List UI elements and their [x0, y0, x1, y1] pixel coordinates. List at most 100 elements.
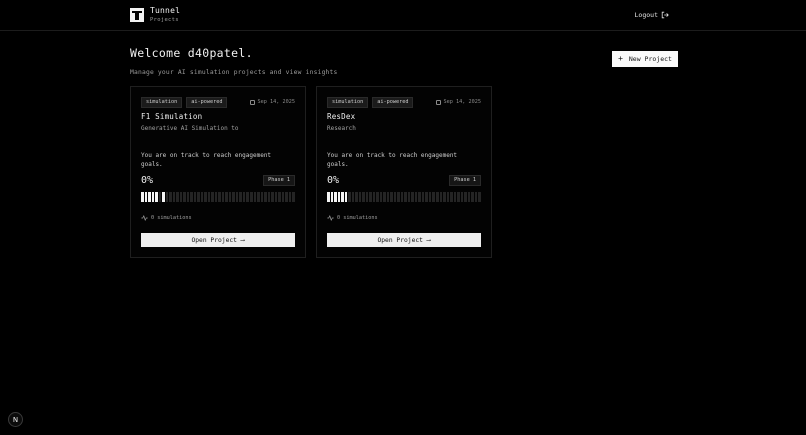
progress-segment — [281, 192, 285, 202]
progress-segment — [186, 192, 190, 202]
open-project-button[interactable]: Open Project ⟶ — [327, 233, 481, 247]
app-name: Tunnel — [150, 6, 181, 15]
project-card: simulation ai-powered Sep 14, 2025 F1 Si… — [130, 86, 306, 258]
progress-segment — [172, 192, 176, 202]
progress-segment — [197, 192, 200, 202]
progress-segment — [474, 192, 478, 202]
progress-segment — [432, 192, 435, 202]
progress-segment — [257, 192, 260, 202]
progress-segment — [407, 192, 411, 202]
progress-segment — [165, 192, 169, 202]
progress-segment — [428, 192, 432, 202]
progress-segment — [141, 192, 144, 202]
tag: simulation — [327, 97, 369, 109]
brand-text: Tunnel Projects — [150, 7, 180, 24]
progress-segment — [330, 192, 334, 202]
progress-segment — [446, 192, 450, 202]
new-project-button[interactable]: + New Project — [612, 51, 678, 67]
progress-segment — [467, 192, 471, 202]
corner-badge[interactable]: N — [8, 412, 23, 427]
tag-list: simulation ai-powered — [327, 97, 414, 109]
progress-segment — [372, 192, 376, 202]
tag-list: simulation ai-powered — [141, 97, 228, 109]
progress-segment — [200, 192, 204, 202]
activity-icon — [327, 215, 334, 221]
progress-segment — [351, 192, 355, 202]
progress-segment — [285, 192, 288, 202]
logout-button[interactable]: Logout — [635, 11, 669, 19]
progress-segment — [246, 192, 249, 202]
date-label: Sep 14, 2025 — [257, 99, 295, 105]
progress-percent: 0% — [141, 175, 154, 186]
progress-segment — [379, 192, 383, 202]
progress-segment — [242, 192, 246, 202]
progress-segment — [225, 192, 228, 202]
progress-segment — [158, 192, 162, 202]
page-title: Welcome d40patel. — [130, 46, 253, 60]
progress-segment — [341, 192, 344, 202]
progress-segment — [278, 192, 281, 202]
progress-segment — [144, 192, 148, 202]
progress-segment — [148, 192, 151, 202]
progress-segment — [193, 192, 197, 202]
progress-segment — [471, 192, 474, 202]
date-label: Sep 14, 2025 — [443, 99, 481, 105]
new-project-label: New Project — [628, 55, 672, 63]
progress-segment — [176, 192, 179, 202]
progress-segment — [376, 192, 379, 202]
project-description: Generative AI Simulation to — [141, 125, 239, 132]
progress-segment — [228, 192, 232, 202]
simulation-count-label: 0 simulations — [337, 215, 378, 221]
tag: simulation — [141, 97, 183, 109]
progress-segment — [362, 192, 365, 202]
progress-segment — [411, 192, 414, 202]
tag: ai-powered — [186, 97, 228, 109]
progress-segment — [337, 192, 341, 202]
progress-segment — [249, 192, 253, 202]
progress-segment — [260, 192, 264, 202]
progress-segment — [457, 192, 460, 202]
progress-segment — [435, 192, 439, 202]
progress-segment — [334, 192, 337, 202]
progress-segment — [274, 192, 278, 202]
progress-segment — [397, 192, 400, 202]
progress-bar — [327, 192, 481, 202]
progress-segment — [151, 192, 155, 202]
progress-segment — [439, 192, 443, 202]
page-subtitle: Manage your AI simulation projects and v… — [130, 69, 338, 76]
top-navbar: Tunnel Projects Logout — [0, 0, 806, 31]
progress-segment — [267, 192, 271, 202]
progress-segment — [450, 192, 453, 202]
progress-segment — [232, 192, 235, 202]
progress-segment — [288, 192, 292, 202]
progress-segment — [179, 192, 183, 202]
progress-segment — [214, 192, 218, 202]
brand[interactable]: Tunnel Projects — [130, 7, 180, 24]
project-goal-text: You are on track to reach engagement goa… — [141, 152, 272, 168]
progress-segment — [453, 192, 457, 202]
phase-badge: Phase 1 — [263, 175, 295, 187]
progress-segment — [183, 192, 186, 202]
progress-segment — [358, 192, 362, 202]
progress-segment — [264, 192, 267, 202]
simulation-count: 0 simulations — [327, 215, 378, 221]
logout-icon — [661, 11, 669, 19]
project-title: F1 Simulation — [141, 112, 203, 121]
app-subtitle: Projects — [150, 17, 179, 23]
progress-segment — [218, 192, 221, 202]
progress-segment — [414, 192, 418, 202]
progress-segment — [355, 192, 358, 202]
open-project-button[interactable]: Open Project ⟶ — [141, 233, 295, 247]
progress-segment — [190, 192, 193, 202]
progress-segment — [344, 192, 348, 202]
progress-percent: 0% — [327, 175, 340, 186]
progress-segment — [393, 192, 397, 202]
progress-segment — [425, 192, 428, 202]
project-goal-text: You are on track to reach engagement goa… — [327, 152, 458, 168]
progress-segment — [400, 192, 404, 202]
progress-segment — [418, 192, 421, 202]
progress-segment — [365, 192, 369, 202]
calendar-icon — [249, 99, 255, 105]
logout-label: Logout — [634, 11, 658, 19]
progress-segment — [443, 192, 446, 202]
